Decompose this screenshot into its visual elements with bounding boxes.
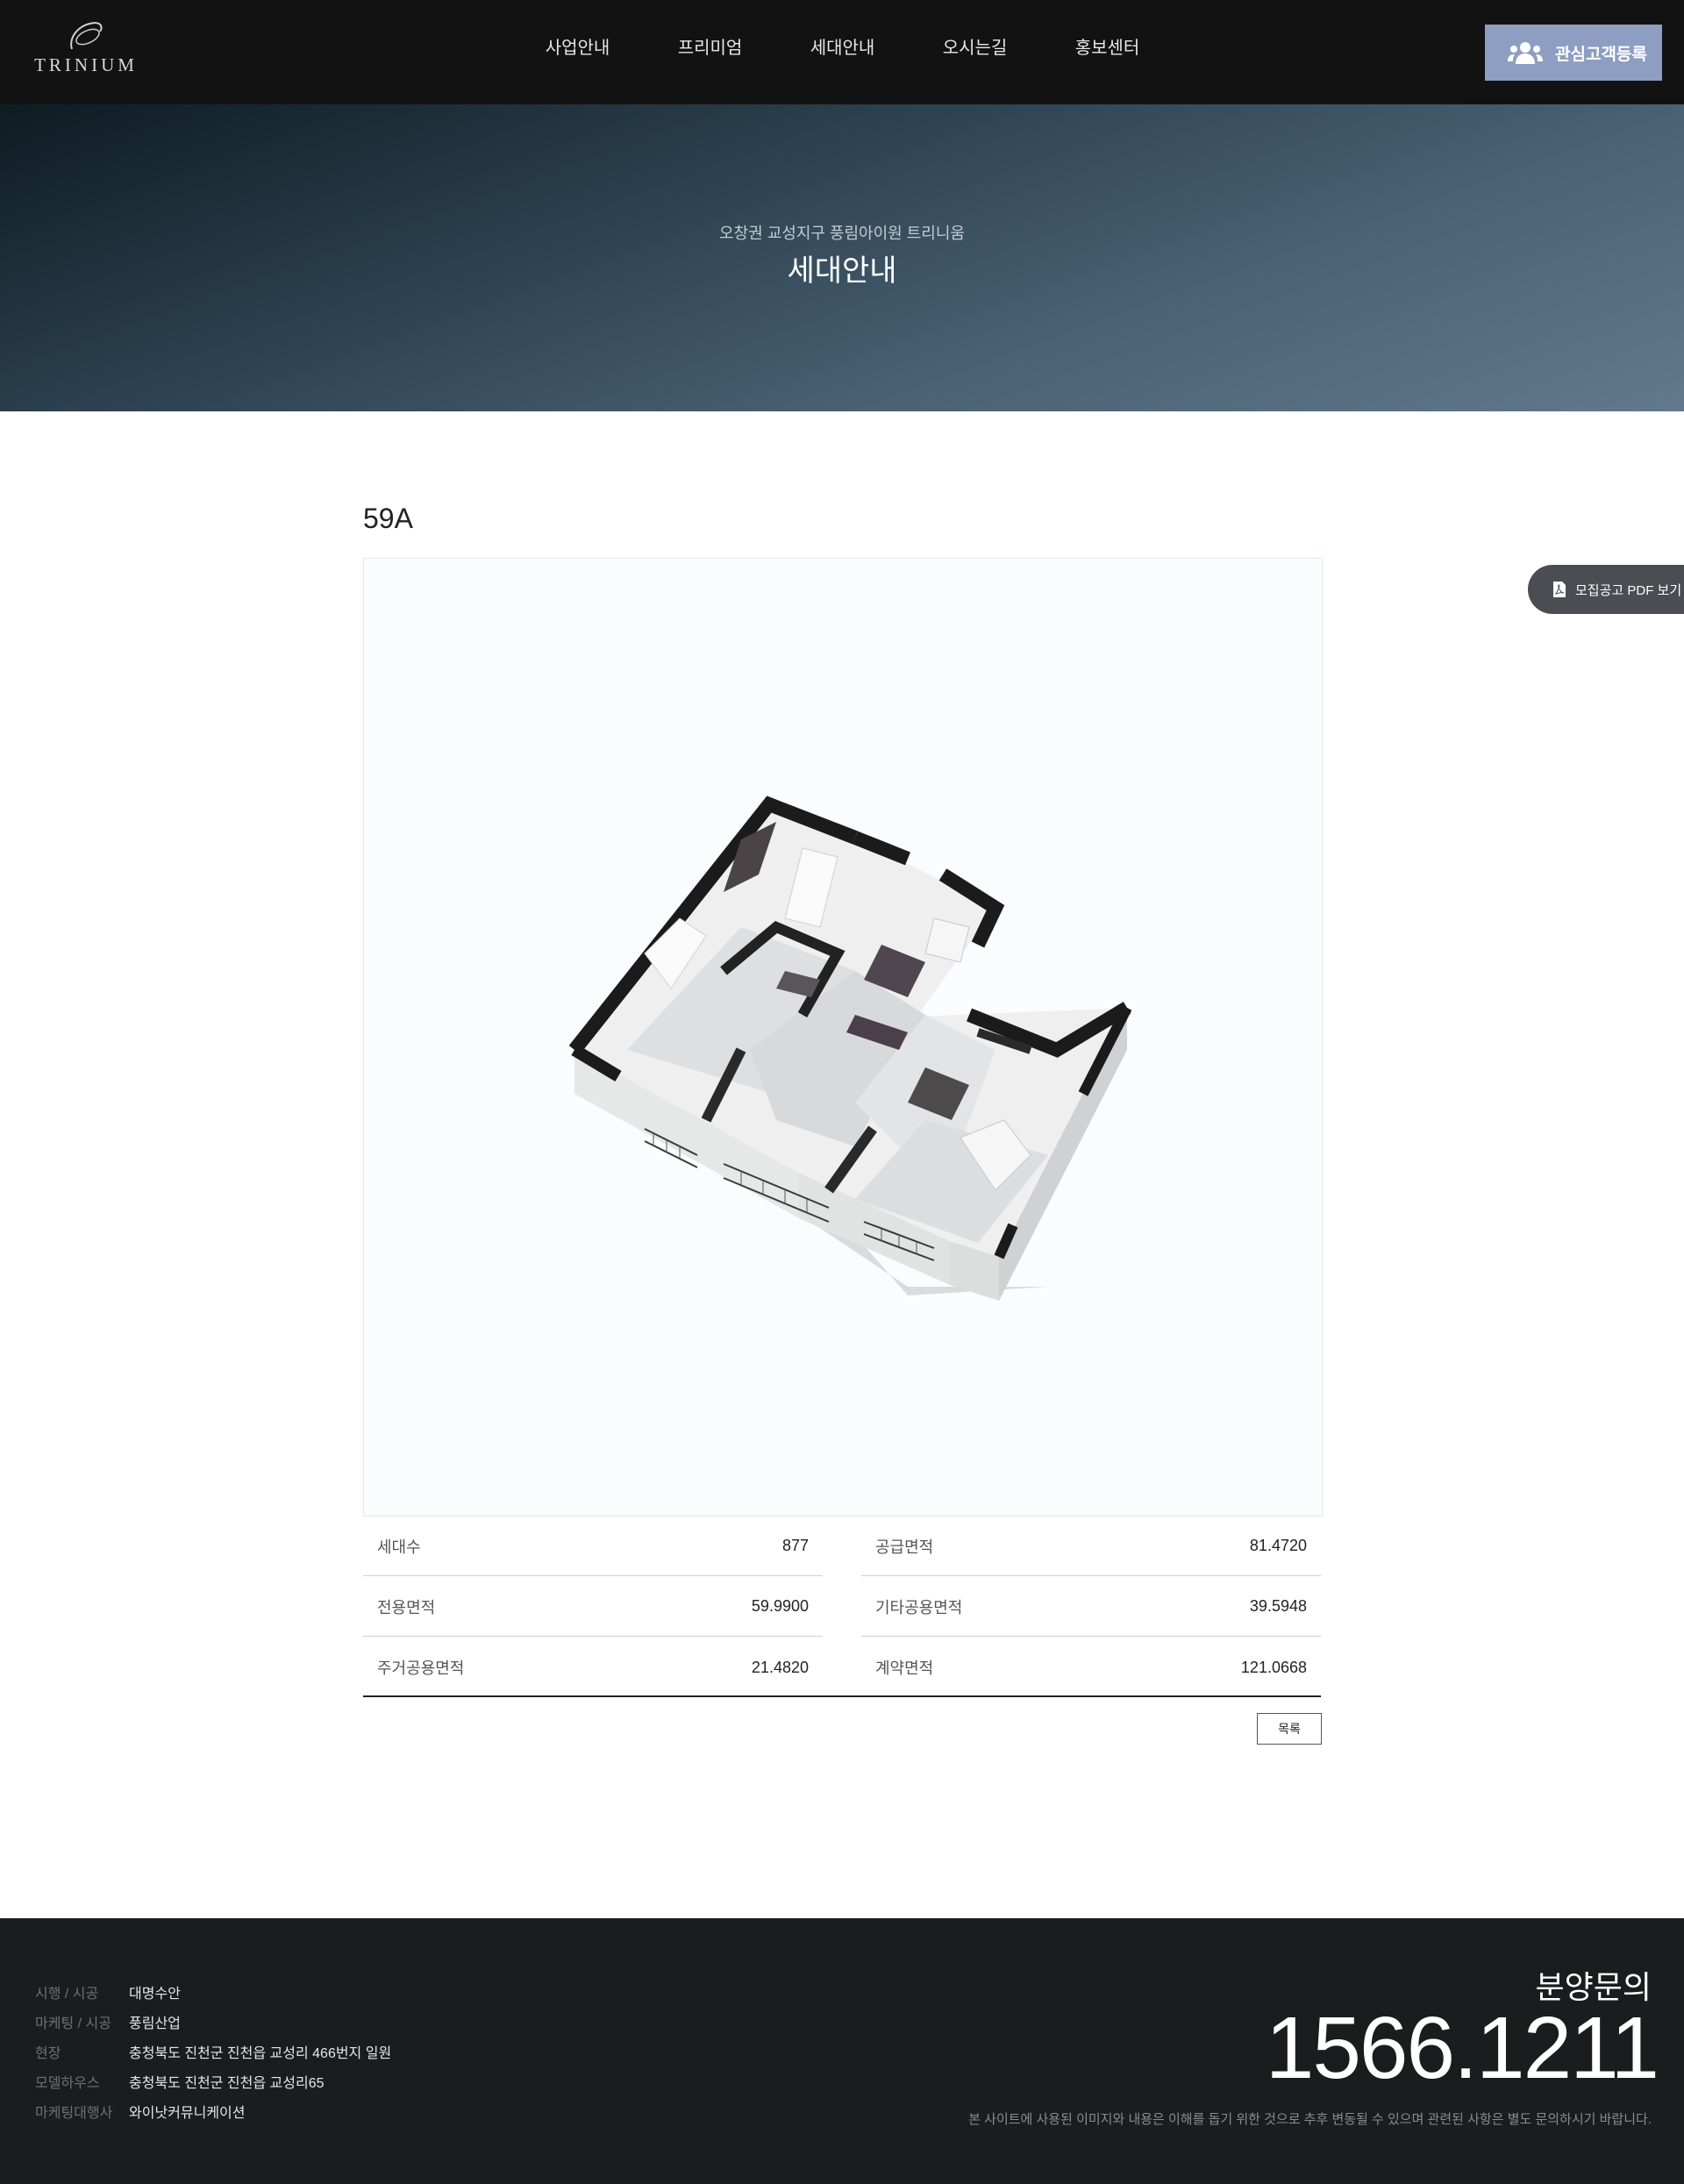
register-interest-button[interactable]: 관심고객등록 — [1485, 25, 1662, 81]
spec-value: 121.0668 — [1240, 1658, 1307, 1676]
list-button[interactable]: 목록 — [1257, 1713, 1322, 1745]
footer-info-key: 현장 — [35, 2046, 61, 2061]
nav-item-directions[interactable]: 오시는길 — [909, 0, 1041, 96]
site-footer: 시행 / 시공 대명수안 마케팅 / 시공 풍림산업 현장 충청북도 진천군 진… — [0, 1918, 1684, 2184]
footer-info-key: 마케팅대행사 — [35, 2106, 113, 2121]
spec-row-supply-area: 공급면적 81.4720 — [861, 1517, 1321, 1576]
footer-disclaimer: 본 사이트에 사용된 이미지와 내용은 이해를 돕기 위한 것으로 추후 변동될… — [968, 2112, 1652, 2127]
logo[interactable]: TRINIUM — [33, 19, 139, 81]
footer-info-key: 시행 / 시공 — [35, 1987, 99, 2002]
floorplan-image — [363, 558, 1323, 1517]
footer-info-value: 충청북도 진천군 진천읍 교성리 466번지 일원 — [129, 2046, 392, 2061]
unit-spec-table: 세대수 877 공급면적 81.4720 전용면적 59.9900 기타공용면적… — [363, 1517, 1321, 1697]
spec-value: 59.9900 — [751, 1597, 809, 1615]
logo-emblem-icon — [70, 21, 103, 50]
footer-info-key: 모델하우스 — [35, 2076, 100, 2091]
spec-label: 세대수 — [377, 1538, 421, 1556]
pdf-notice-button[interactable]: 모집공고 PDF 보기 — [1528, 565, 1684, 614]
footer-info-value: 대명수안 — [129, 1987, 181, 2002]
spec-row-other-common-area: 기타공용면적 39.5948 — [861, 1577, 1321, 1637]
spec-label: 공급면적 — [875, 1538, 934, 1556]
spec-label: 전용면적 — [377, 1598, 436, 1617]
pdf-icon — [1553, 582, 1566, 597]
floorplan-3d-image — [568, 796, 1132, 1301]
spec-value: 877 — [781, 1537, 809, 1554]
hero-subtitle: 오창권 교성지구 풍림아이원 트리니움 — [719, 225, 965, 242]
spec-label: 주거공용면적 — [377, 1659, 465, 1677]
main-nav: 사업안내 프리미엄 세대안내 오시는길 홍보센터 — [511, 0, 1174, 96]
footer-info-model-house: 모델하우스 충청북도 진천군 진천읍 교성리65 — [35, 2071, 325, 2092]
footer-info-developer: 시행 / 시공 대명수안 — [35, 1981, 181, 2002]
footer-info-marketing: 마케팅 / 시공 풍림산업 — [35, 2011, 181, 2032]
spec-value: 81.4720 — [1249, 1537, 1307, 1554]
nav-item-premium[interactable]: 프리미엄 — [644, 0, 776, 96]
footer-info-value: 풍림산업 — [129, 2016, 181, 2031]
site-header: TRINIUM 사업안내 프리미엄 세대안내 오시는길 홍보센터 관심고객등록 — [0, 0, 1684, 104]
users-icon — [1508, 42, 1543, 64]
spec-value: 39.5948 — [1249, 1597, 1307, 1615]
unit-type-title: 59A — [363, 503, 413, 534]
sales-phone-number[interactable]: 1566.1211 — [1266, 2004, 1659, 2092]
footer-info-agency: 마케팅대행사 와이낫커뮤니케이션 — [35, 2101, 245, 2122]
nav-item-units[interactable]: 세대안내 — [776, 0, 909, 96]
spec-value: 21.4820 — [751, 1658, 809, 1676]
spec-row-residential-common-area: 주거공용면적 21.4820 — [363, 1638, 823, 1697]
spec-row-exclusive-area: 전용면적 59.9900 — [363, 1577, 823, 1637]
nav-item-business[interactable]: 사업안내 — [511, 0, 644, 96]
footer-info-key: 마케팅 / 시공 — [35, 2016, 111, 2031]
spec-row-households: 세대수 877 — [363, 1517, 823, 1576]
footer-info-value: 충청북도 진천군 진천읍 교성리65 — [129, 2076, 325, 2091]
spec-row-contract-area: 계약면적 121.0668 — [861, 1638, 1321, 1697]
spec-label: 기타공용면적 — [875, 1598, 963, 1617]
nav-item-pr-center[interactable]: 홍보센터 — [1041, 0, 1174, 96]
footer-info-value: 와이낫커뮤니케이션 — [129, 2106, 246, 2121]
logo-text: TRINIUM — [34, 54, 138, 75]
hero-banner: 오창권 교성지구 풍림아이원 트리니움 세대안내 — [0, 104, 1684, 411]
spec-label: 계약면적 — [875, 1659, 934, 1677]
pdf-notice-label: 모집공고 PDF 보기 — [1575, 582, 1682, 598]
footer-info-site: 현장 충청북도 진천군 진천읍 교성리 466번지 일원 — [35, 2041, 391, 2062]
page-title: 세대안내 — [787, 254, 897, 288]
register-interest-label: 관심고객등록 — [1555, 45, 1647, 64]
